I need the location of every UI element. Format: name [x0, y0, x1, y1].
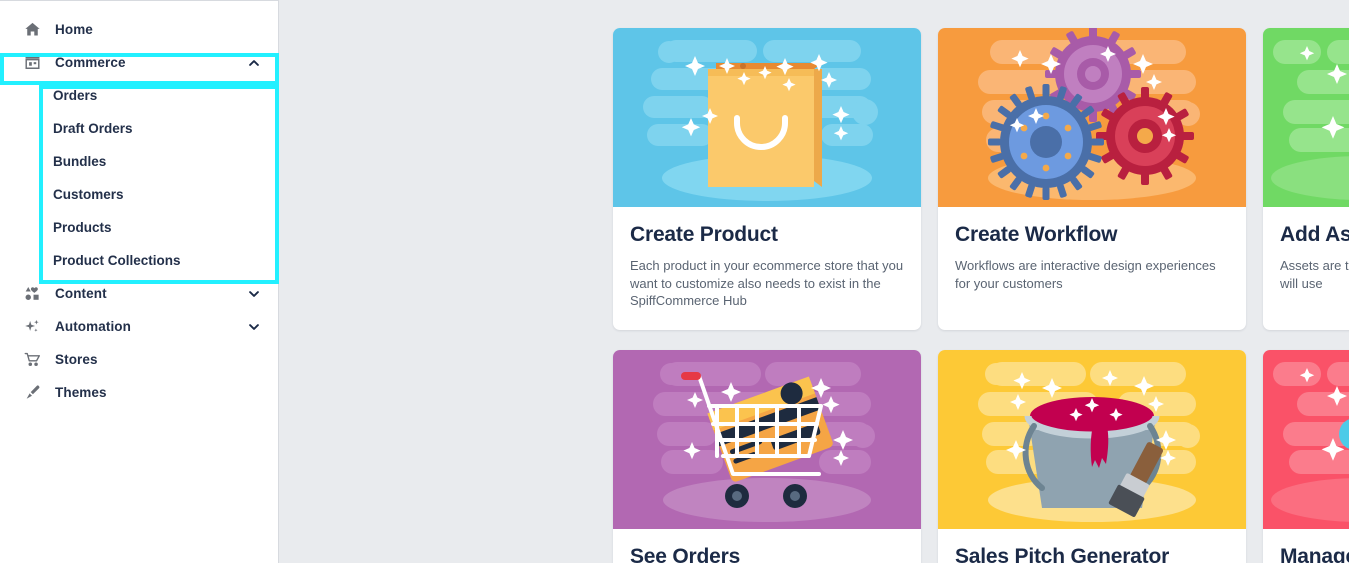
sidebar: Home Commerce Orders Draft Orders Bundle… — [0, 0, 279, 563]
shopping-cart-illustration — [613, 349, 921, 529]
card-body: See Orders — [613, 529, 921, 563]
sidebar-item-label: Commerce — [55, 55, 126, 70]
sidebar-subitem-label: Draft Orders — [53, 121, 133, 136]
shopping-bag-illustration — [613, 28, 921, 207]
sidebar-subitem-label: Bundles — [53, 154, 107, 169]
card-create-workflow[interactable]: Create Workflow Workflows are interactiv… — [938, 28, 1246, 330]
chevron-down-icon[interactable] — [246, 319, 262, 335]
sidebar-item-themes[interactable]: Themes — [0, 376, 278, 409]
main-content: Create Product Each product in your ecom… — [279, 0, 1349, 563]
sidebar-item-home[interactable]: Home — [0, 13, 278, 46]
app-root: Home Commerce Orders Draft Orders Bundle… — [0, 0, 1349, 563]
sparkles-icon — [22, 317, 42, 337]
sidebar-subitem-label: Customers — [53, 187, 124, 202]
card-body: Create Product Each product in your ecom… — [613, 207, 921, 330]
sidebar-subitem-draft-orders[interactable]: Draft Orders — [0, 112, 278, 145]
chevron-up-icon[interactable] — [246, 55, 262, 71]
sidebar-subitem-label: Product Collections — [53, 253, 181, 268]
store-icon — [22, 53, 42, 73]
card-hero — [1263, 28, 1349, 207]
card-create-product[interactable]: Create Product Each product in your ecom… — [613, 28, 921, 330]
card-title: See Orders — [630, 544, 741, 563]
sidebar-item-commerce[interactable]: Commerce — [0, 46, 278, 79]
asset-illustration — [1263, 28, 1349, 207]
manage-illustration — [1263, 349, 1349, 529]
card-body: Manage Assets — [1263, 529, 1349, 563]
paint-bucket-illustration — [938, 349, 1246, 529]
home-icon — [22, 20, 42, 40]
card-title: Create Product — [630, 223, 778, 246]
sidebar-item-automation[interactable]: Automation — [0, 310, 278, 343]
card-title: Sales Pitch Generator — [955, 544, 1170, 563]
sidebar-item-label: Home — [55, 22, 93, 37]
card-title: Create Workflow — [955, 223, 1118, 246]
card-description: Workflows are interactive design experie… — [955, 258, 1216, 291]
card-description: Assets are the images and files your cus… — [1280, 258, 1349, 291]
card-hero — [613, 349, 921, 529]
card-body: Add Asset Assets are the images and file… — [1263, 207, 1349, 312]
sidebar-item-content[interactable]: Content — [0, 277, 278, 310]
sidebar-subitem-customers[interactable]: Customers — [0, 178, 278, 211]
sidebar-item-stores[interactable]: Stores — [0, 343, 278, 376]
card-hero — [938, 349, 1246, 529]
card-sales-pitch-generator[interactable]: Sales Pitch Generator — [938, 349, 1246, 563]
sidebar-subitem-products[interactable]: Products — [0, 211, 278, 244]
card-title: Add Asset — [1280, 223, 1349, 246]
card-hero — [938, 28, 1246, 207]
sidebar-subitem-bundles[interactable]: Bundles — [0, 145, 278, 178]
card-hero — [1263, 349, 1349, 529]
sidebar-item-label: Stores — [55, 352, 98, 367]
card-manage-assets[interactable]: Manage Assets — [1263, 349, 1349, 563]
sidebar-item-label: Content — [55, 286, 107, 301]
sidebar-subitem-orders[interactable]: Orders — [0, 79, 278, 112]
card-see-orders[interactable]: See Orders — [613, 349, 921, 563]
card-hero — [613, 28, 921, 207]
card-title: Manage Assets — [1280, 544, 1349, 563]
card-body: Sales Pitch Generator — [938, 529, 1246, 563]
shapes-icon — [22, 284, 42, 304]
card-grid: Create Product Each product in your ecom… — [613, 28, 1349, 563]
card-add-asset[interactable]: Add Asset Assets are the images and file… — [1263, 28, 1349, 330]
commerce-submenu: Orders Draft Orders Bundles Customers Pr… — [0, 79, 278, 277]
chevron-down-icon[interactable] — [246, 286, 262, 302]
sidebar-subitem-label: Orders — [53, 88, 98, 103]
sidebar-item-label: Automation — [55, 319, 131, 334]
sidebar-subitem-label: Products — [53, 220, 112, 235]
sidebar-subitem-product-collections[interactable]: Product Collections — [0, 244, 278, 277]
shopping-cart-icon — [22, 350, 42, 370]
paintbrush-icon — [22, 383, 42, 403]
card-body: Create Workflow Workflows are interactiv… — [938, 207, 1246, 312]
card-description: Each product in your ecommerce store tha… — [630, 258, 904, 309]
gears-illustration — [938, 28, 1246, 207]
sidebar-item-label: Themes — [55, 385, 107, 400]
